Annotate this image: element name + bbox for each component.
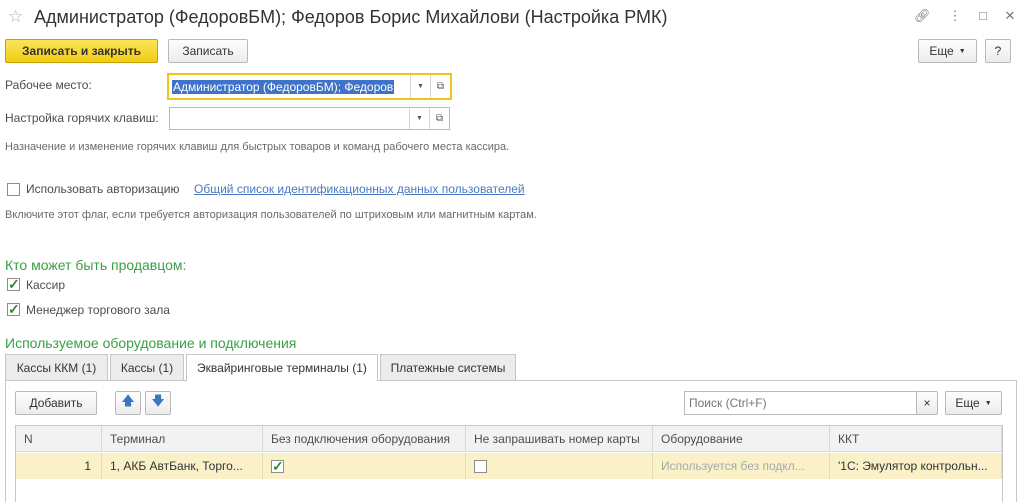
- cell-no-equipment[interactable]: ✓: [263, 453, 466, 479]
- auth-hint: Включите этот флаг, если требуется автор…: [5, 209, 537, 221]
- tab-payment-systems[interactable]: Платежные системы: [380, 354, 516, 380]
- favorite-star-icon[interactable]: ☆: [8, 7, 23, 27]
- table-more-button[interactable]: Еще ▼: [945, 391, 1002, 415]
- tab-acquiring-terminals[interactable]: Эквайринговые терминалы (1): [186, 354, 378, 381]
- no-equipment-checkbox[interactable]: ✓: [271, 457, 284, 474]
- cell-equipment[interactable]: Используется без подкл...: [653, 453, 830, 479]
- column-header-n[interactable]: N: [16, 426, 102, 452]
- column-header-terminal[interactable]: Терминал: [102, 426, 263, 452]
- save-button[interactable]: Записать: [168, 39, 248, 63]
- cashier-label[interactable]: Кассир: [26, 278, 65, 292]
- close-icon[interactable]: ✕: [1002, 8, 1018, 24]
- cashier-checkbox[interactable]: ✓: [7, 276, 20, 292]
- column-header-no-equipment[interactable]: Без подключения оборудования: [263, 426, 466, 452]
- dropdown-icon[interactable]: ▼: [409, 108, 429, 129]
- window-title: Администратор (ФедоровБМ); Федоров Борис…: [34, 7, 668, 27]
- column-header-no-card-number[interactable]: Не запрашивать номер карты: [466, 426, 653, 452]
- column-header-equipment[interactable]: Оборудование: [653, 426, 830, 452]
- dropdown-icon[interactable]: ▼: [410, 75, 430, 98]
- hotkeys-field[interactable]: ▼ ⧉: [169, 107, 450, 130]
- more-icon[interactable]: ⋮: [947, 8, 963, 24]
- auth-data-link[interactable]: Общий список идентификационных данных по…: [194, 182, 525, 196]
- tab-kkm-registers[interactable]: Кассы ККМ (1): [5, 354, 108, 380]
- workplace-value[interactable]: Администратор (ФедоровБМ); Федоров: [172, 79, 395, 94]
- help-button[interactable]: ?: [985, 39, 1011, 63]
- no-card-number-checkbox[interactable]: [474, 459, 487, 473]
- move-up-button[interactable]: 🡅: [115, 391, 141, 415]
- search-input[interactable]: [685, 392, 916, 414]
- more-button[interactable]: Еще ▼: [918, 39, 977, 63]
- terminals-table: N Терминал Без подключения оборудования …: [15, 425, 1003, 502]
- hotkeys-label: Настройка горячих клавиш:: [5, 111, 159, 125]
- equipment-section-title: Используемое оборудование и подключения: [5, 335, 297, 351]
- open-icon[interactable]: ⧉: [429, 108, 449, 129]
- more-button-label: Еще: [929, 44, 954, 58]
- move-down-button[interactable]: 🡇: [145, 391, 171, 415]
- cell-no-card-number[interactable]: [466, 453, 653, 479]
- check-icon: ✓: [272, 457, 284, 474]
- open-icon[interactable]: ⧉: [430, 75, 450, 98]
- tab-registers[interactable]: Кассы (1): [110, 354, 184, 380]
- chevron-down-icon: ▼: [958, 47, 966, 55]
- workplace-field[interactable]: Администратор (ФедоровБМ); Федоров ▼ ⧉: [167, 73, 452, 100]
- add-button[interactable]: Добавить: [15, 391, 97, 415]
- cell-n[interactable]: 1: [16, 453, 102, 479]
- arrow-up-icon: 🡅: [121, 393, 135, 408]
- search-field[interactable]: [684, 391, 917, 415]
- sellers-section-title: Кто может быть продавцом:: [5, 257, 187, 273]
- use-auth-label[interactable]: Использовать авторизацию: [26, 182, 180, 196]
- save-and-close-button[interactable]: Записать и закрыть: [5, 39, 158, 63]
- clear-search-button[interactable]: ×: [916, 391, 938, 415]
- column-header-kkt[interactable]: ККТ: [830, 426, 1002, 452]
- arrow-down-icon: 🡇: [151, 393, 165, 408]
- check-icon: ✓: [8, 301, 20, 317]
- maximize-icon[interactable]: □: [975, 8, 991, 23]
- chevron-down-icon: ▼: [984, 399, 992, 407]
- cell-kkt[interactable]: '1С: Эмулятор контрольн...: [830, 453, 1002, 479]
- check-icon: ✓: [8, 276, 20, 292]
- floor-manager-label[interactable]: Менеджер торгового зала: [26, 303, 170, 317]
- workplace-label: Рабочее место:: [5, 78, 92, 92]
- cell-terminal[interactable]: 1, АКБ АвтБанк, Торго...: [102, 453, 263, 479]
- use-auth-checkbox[interactable]: [7, 183, 20, 196]
- table-more-label: Еще: [955, 396, 980, 410]
- hotkeys-hint: Назначение и изменение горячих клавиш дл…: [5, 141, 510, 153]
- link-icon[interactable]: 🔗︎: [914, 8, 931, 24]
- floor-manager-checkbox[interactable]: ✓: [7, 301, 20, 317]
